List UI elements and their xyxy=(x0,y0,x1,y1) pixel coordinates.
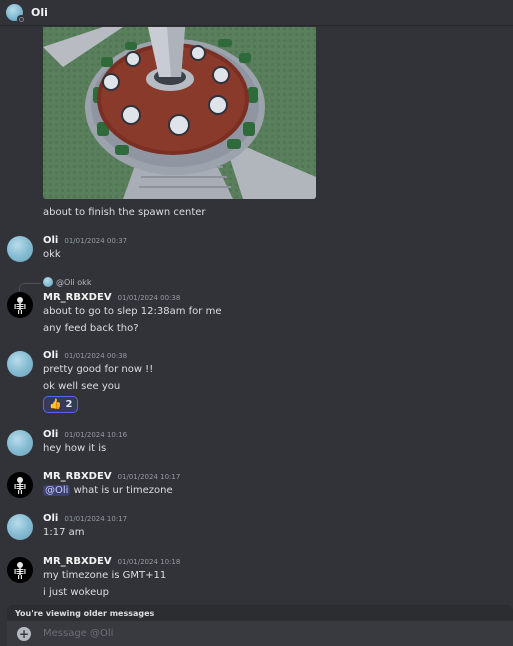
attachment-caption: about to finish the spawn center xyxy=(43,207,206,218)
dm-header: Oli xyxy=(0,0,513,26)
message-text: hey how it is xyxy=(43,443,107,454)
reply-text: @Oli okk xyxy=(56,277,92,287)
author-name[interactable]: MR_RBXDEV xyxy=(43,471,112,482)
message-text: about to go to slep 12:38am for me xyxy=(43,306,222,317)
timestamp: 01/01/2024 10:18 xyxy=(117,558,181,566)
avatar[interactable] xyxy=(7,351,33,377)
message-header: Oli 01/01/2024 00:37 xyxy=(43,235,127,246)
message-header: MR_RBXDEV 01/01/2024 10:18 xyxy=(43,556,180,567)
reply-connector xyxy=(19,283,41,291)
message-header: MR_RBXDEV 01/01/2024 00:38 xyxy=(43,292,180,303)
skeleton-icon xyxy=(14,562,26,579)
message-text: okk xyxy=(43,249,61,260)
reaction-count: 2 xyxy=(65,399,73,410)
spawn-center-image xyxy=(43,27,316,199)
author-name[interactable]: Oli xyxy=(43,235,58,246)
avatar[interactable] xyxy=(7,292,33,318)
message-header: Oli 01/01/2024 10:17 xyxy=(43,513,127,524)
author-name[interactable]: Oli xyxy=(43,350,58,361)
author-name[interactable]: Oli xyxy=(43,513,58,524)
message-text: any feed back tho? xyxy=(43,323,139,334)
reaction-thumbs-up[interactable]: 👍 2 xyxy=(43,396,79,413)
header-avatar[interactable] xyxy=(6,4,25,23)
thumbs-up-icon: 👍 xyxy=(49,399,62,410)
timestamp: 01/01/2024 00:38 xyxy=(117,294,181,302)
message-composer: + xyxy=(7,621,513,646)
timestamp: 01/01/2024 00:37 xyxy=(64,237,128,245)
reply-avatar xyxy=(43,277,53,287)
message-text: i just wokeup xyxy=(43,587,109,598)
avatar[interactable] xyxy=(7,514,33,540)
author-name[interactable]: Oli xyxy=(43,429,58,440)
message-header: MR_RBXDEV 01/01/2024 10:17 xyxy=(43,471,180,482)
message-body: what is ur timezone xyxy=(73,485,173,496)
status-offline-icon xyxy=(17,15,25,23)
header-title[interactable]: Oli xyxy=(31,6,48,19)
timestamp: 01/01/2024 10:17 xyxy=(117,473,181,481)
message-text: @Oli what is ur timezone xyxy=(43,485,173,496)
message-text: ok well see you xyxy=(43,381,121,392)
add-attachment-icon[interactable]: + xyxy=(17,626,31,641)
avatar[interactable] xyxy=(7,236,33,262)
skeleton-icon xyxy=(14,297,26,314)
author-name[interactable]: MR_RBXDEV xyxy=(43,292,112,303)
message-header: Oli 01/01/2024 10:16 xyxy=(43,429,127,440)
message-text: my timezone is GMT+11 xyxy=(43,570,167,581)
timestamp: 01/01/2024 00:38 xyxy=(64,352,128,360)
message-input[interactable] xyxy=(43,628,443,639)
message-text: pretty good for now !! xyxy=(43,364,154,375)
user-mention[interactable]: @Oli xyxy=(43,485,71,496)
message-text: 1:17 am xyxy=(43,527,85,538)
message-header: Oli 01/01/2024 00:38 xyxy=(43,350,127,361)
avatar[interactable] xyxy=(7,557,33,583)
older-messages-banner[interactable]: You're viewing older messages xyxy=(7,605,513,621)
timestamp: 01/01/2024 10:17 xyxy=(64,515,128,523)
avatar[interactable] xyxy=(7,472,33,498)
skeleton-icon xyxy=(14,477,26,494)
image-attachment[interactable] xyxy=(43,27,316,199)
avatar[interactable] xyxy=(7,430,33,456)
author-name[interactable]: MR_RBXDEV xyxy=(43,556,112,567)
reply-preview[interactable]: @Oli okk xyxy=(43,277,91,287)
timestamp: 01/01/2024 10:16 xyxy=(64,431,128,439)
